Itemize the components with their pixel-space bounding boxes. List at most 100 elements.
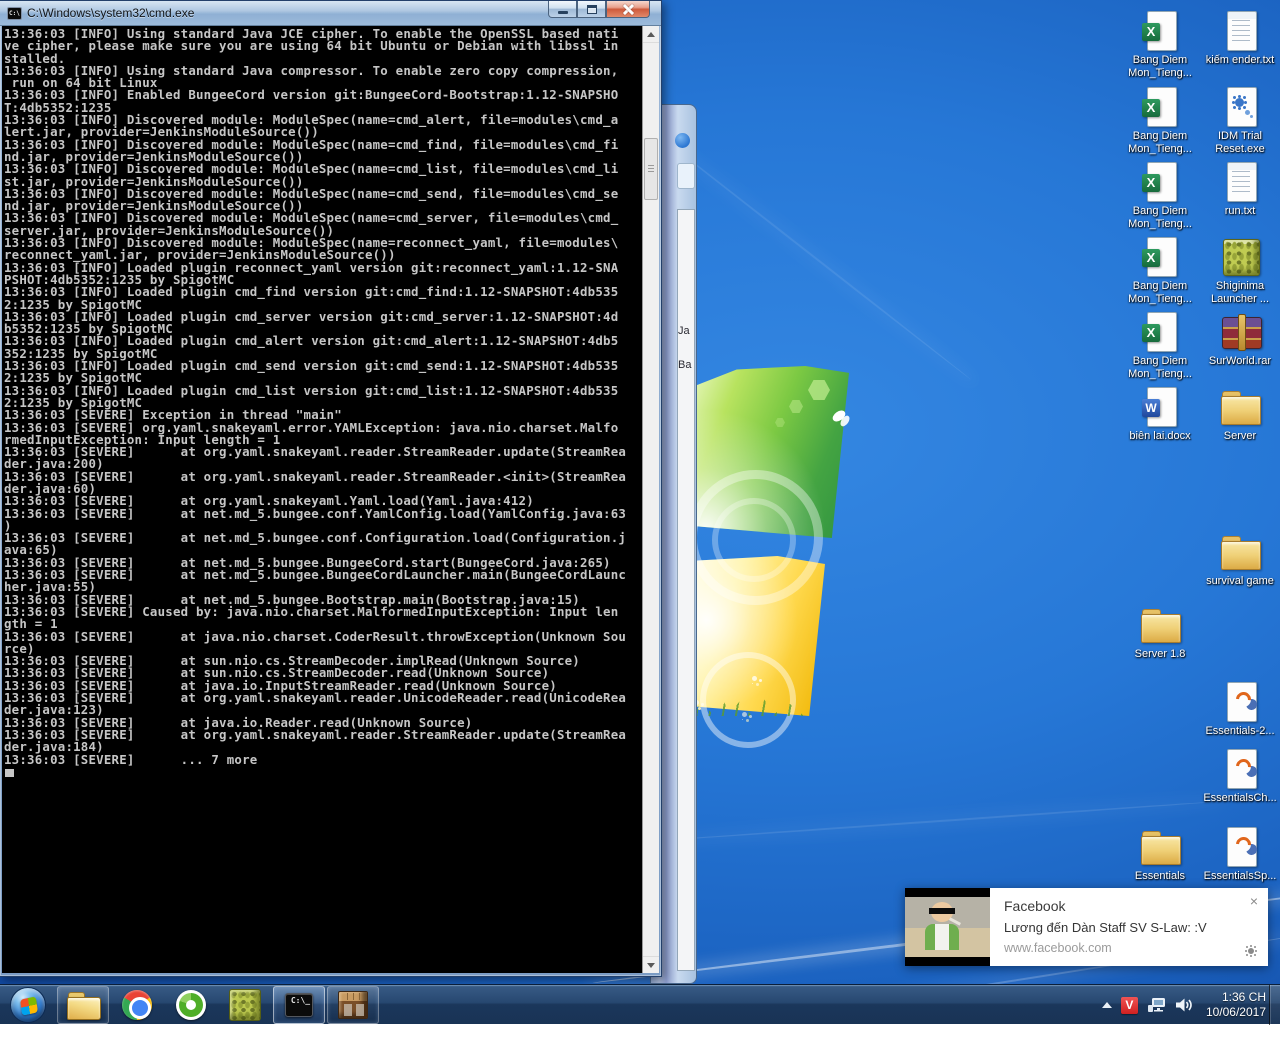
coccoc-icon	[176, 990, 206, 1020]
desktop-icon[interactable]: Bang Diem Mon_Tieng...	[1116, 86, 1204, 156]
desktop-icon-label: kiếm ender.txt	[1206, 54, 1274, 67]
excel-file-icon	[1137, 311, 1183, 353]
cmd-window[interactable]: C:\ C:\Windows\system32\cmd.exe 13:36:03…	[0, 0, 662, 977]
notification-close-icon[interactable]: ×	[1250, 894, 1258, 908]
system-tray: V 1:36 CH 10/06/2017	[1102, 985, 1266, 1025]
notification-message: Lương đến Dàn Staff SV S-Law: :V	[1004, 920, 1256, 935]
desktop-icon-label: SurWorld.rar	[1209, 355, 1271, 368]
clock-date: 10/06/2017	[1206, 1005, 1266, 1020]
taskbar: C:\_ V 1:36 CH 10/06/2017	[0, 984, 1280, 1024]
desktop-icon-label: Bang Diem Mon_Tieng...	[1117, 54, 1203, 80]
desktop-icon-label: Bang Diem Mon_Tieng...	[1117, 130, 1203, 156]
craft-icon	[338, 991, 368, 1019]
scrollbar-down-button[interactable]	[643, 956, 659, 973]
desktop-icon-label: Bang Diem Mon_Tieng...	[1117, 280, 1203, 306]
cmd-taskbar-button[interactable]: C:\_	[273, 986, 325, 1024]
desktop-icon[interactable]: biên lai.docx	[1116, 386, 1204, 443]
desktop-icon-label: EssentialsSp...	[1204, 870, 1277, 883]
chrome-icon	[122, 990, 152, 1020]
desktop-icon-label: run.txt	[1225, 205, 1256, 218]
java-file-icon	[1217, 826, 1263, 868]
show-hidden-icons-button[interactable]	[1102, 1002, 1112, 1008]
console-scrollbar[interactable]	[642, 26, 659, 973]
start-icon	[10, 987, 46, 1023]
facebook-notification[interactable]: Facebook Lương đến Dàn Staff SV S-Law: :…	[905, 888, 1268, 966]
arrow-down-icon	[647, 963, 655, 968]
excel-file-icon	[1137, 161, 1183, 203]
desktop-icon-label: survival game	[1206, 575, 1274, 588]
chrome-taskbar-button[interactable]	[111, 986, 163, 1024]
show-desktop-button[interactable]	[1269, 985, 1280, 1025]
desktop-icon[interactable]: Bang Diem Mon_Tieng...	[1116, 161, 1204, 231]
desktop-icon-label: Server	[1224, 430, 1256, 443]
desktop-icon[interactable]: Shiginima Launcher ...	[1196, 236, 1280, 306]
console-line: 13:36:03 [SEVERE] at java.nio.charset.Co…	[4, 631, 642, 643]
console-output[interactable]: 13:36:03 [INFO] Using standard Java JCE …	[2, 26, 642, 973]
word-file-icon	[1137, 386, 1183, 428]
maximize-icon	[587, 5, 597, 14]
desktop-icon-label: Essentials	[1135, 870, 1185, 883]
desktop-icon[interactable]: EssentialsSp...	[1196, 826, 1280, 883]
desktop-icon[interactable]: Server	[1196, 386, 1280, 443]
desktop-icon-label: IDM Trial Reset.exe	[1197, 130, 1280, 156]
cmd-icon: C:\_	[285, 993, 313, 1017]
desktop-icon[interactable]: Server 1.8	[1116, 604, 1204, 661]
thumbnail-sunglasses	[929, 908, 955, 914]
rar-file-icon	[1217, 311, 1263, 353]
close-button[interactable]	[606, 1, 650, 18]
desktop-icon[interactable]: kiếm ender.txt	[1196, 10, 1280, 67]
desktop-icon[interactable]: Essentials	[1116, 826, 1204, 883]
notification-thumbnail	[905, 888, 990, 966]
txt-file-icon	[1217, 10, 1263, 52]
notification-url: www.facebook.com	[1004, 941, 1256, 955]
scrollbar-thumb[interactable]	[644, 138, 658, 200]
folder-file-icon	[1217, 386, 1263, 428]
console-line: 13:36:03 [SEVERE] at net.md_5.bungee.con…	[4, 508, 642, 520]
shiginima-taskbar-button[interactable]	[219, 986, 271, 1024]
explorer-icon	[66, 991, 100, 1019]
folder-file-icon	[1137, 826, 1183, 868]
excel-file-icon	[1137, 86, 1183, 128]
thumbnail-figure-body	[925, 924, 959, 950]
sponge-file-icon	[1217, 236, 1263, 278]
taskbar-clock[interactable]: 1:36 CH 10/06/2017	[1206, 990, 1266, 1020]
desktop-icon[interactable]: Bang Diem Mon_Tieng...	[1116, 236, 1204, 306]
console-line: 13:36:03 [SEVERE] Caused by: java.nio.ch…	[4, 606, 642, 618]
gear-file-icon	[1217, 86, 1263, 128]
arrow-up-icon	[647, 32, 655, 37]
excel-file-icon	[1137, 10, 1183, 52]
txt-file-icon	[1217, 161, 1263, 203]
desktop-icon[interactable]: Essentials-2...	[1196, 681, 1280, 738]
desktop-icon[interactable]: IDM Trial Reset.exe	[1196, 86, 1280, 156]
explorer-taskbar-button[interactable]	[57, 986, 109, 1024]
desktop-icon[interactable]: Bang Diem Mon_Tieng...	[1116, 311, 1204, 381]
minimize-button[interactable]	[548, 1, 577, 18]
v-tray-icon[interactable]: V	[1121, 997, 1138, 1014]
desktop-icon-label: Essentials-2...	[1205, 725, 1274, 738]
desktop-icon[interactable]: survival game	[1196, 531, 1280, 588]
volume-tray-icon[interactable]	[1175, 997, 1193, 1013]
desktop-icon-label: Bang Diem Mon_Tieng...	[1117, 355, 1203, 381]
coccoc-taskbar-button[interactable]	[165, 986, 217, 1024]
console-line: 13:36:03 [SEVERE] at net.md_5.bungee.Bun…	[4, 569, 642, 581]
close-icon	[622, 3, 634, 15]
cmd-icon: C:\	[7, 7, 22, 20]
desktop-icon-label: Bang Diem Mon_Tieng...	[1117, 205, 1203, 231]
desktop-icon[interactable]: Bang Diem Mon_Tieng...	[1116, 10, 1204, 80]
clock-time: 1:36 CH	[1206, 990, 1266, 1005]
desktop-icon-label: biên lai.docx	[1129, 430, 1190, 443]
notification-settings-gear-icon[interactable]	[1244, 944, 1258, 958]
minimize-icon	[558, 11, 568, 14]
folder-file-icon	[1217, 531, 1263, 573]
desktop-icon[interactable]: EssentialsCh...	[1196, 748, 1280, 805]
start-button[interactable]	[1, 986, 55, 1024]
sponge-icon	[229, 989, 261, 1021]
scrollbar-up-button[interactable]	[643, 26, 659, 43]
maximize-button[interactable]	[577, 1, 606, 18]
minecraft-taskbar-button[interactable]	[327, 986, 379, 1024]
desktop-icon[interactable]: run.txt	[1196, 161, 1280, 218]
network-tray-icon[interactable]	[1147, 997, 1166, 1013]
excel-file-icon	[1137, 236, 1183, 278]
desktop-icon[interactable]: SurWorld.rar	[1196, 311, 1280, 368]
console-cursor	[5, 769, 14, 777]
